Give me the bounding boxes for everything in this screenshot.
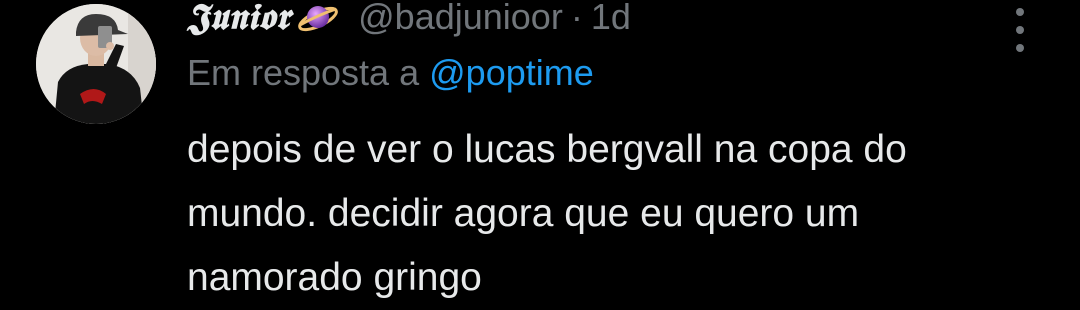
tweet-text-line: mundo. decidir agora que eu quero um xyxy=(187,192,860,235)
tweet-text: depois de ver o lucas bergvall na copa d… xyxy=(187,118,1067,310)
more-dot xyxy=(1016,8,1024,16)
more-dot xyxy=(1016,44,1024,52)
planet-icon xyxy=(296,0,340,39)
separator-dot: · xyxy=(570,0,583,37)
tweet-text-line: depois de ver o lucas bergvall na copa d… xyxy=(187,128,907,171)
more-options-icon[interactable] xyxy=(1010,8,1030,52)
avatar[interactable] xyxy=(36,4,156,124)
reply-mention-link[interactable]: @poptime xyxy=(429,52,594,93)
tweet-text-line: namorado gringo xyxy=(187,256,482,299)
timestamp[interactable]: 1d xyxy=(591,0,631,38)
tweet[interactable]: 𝕵𝖚𝖓𝖎𝖔𝖗 @badjunioor · 1d Em resposta a @p… xyxy=(0,0,1080,304)
more-dot xyxy=(1016,26,1024,34)
user-handle[interactable]: @badjunioor xyxy=(358,0,563,38)
display-name[interactable]: 𝕵𝖚𝖓𝖎𝖔𝖗 xyxy=(187,0,290,39)
tweet-header: 𝕵𝖚𝖓𝖎𝖔𝖗 @badjunioor · 1d xyxy=(187,0,631,40)
reply-prefix: Em resposta a xyxy=(187,52,420,93)
reply-context: Em resposta a @poptime xyxy=(187,52,594,94)
